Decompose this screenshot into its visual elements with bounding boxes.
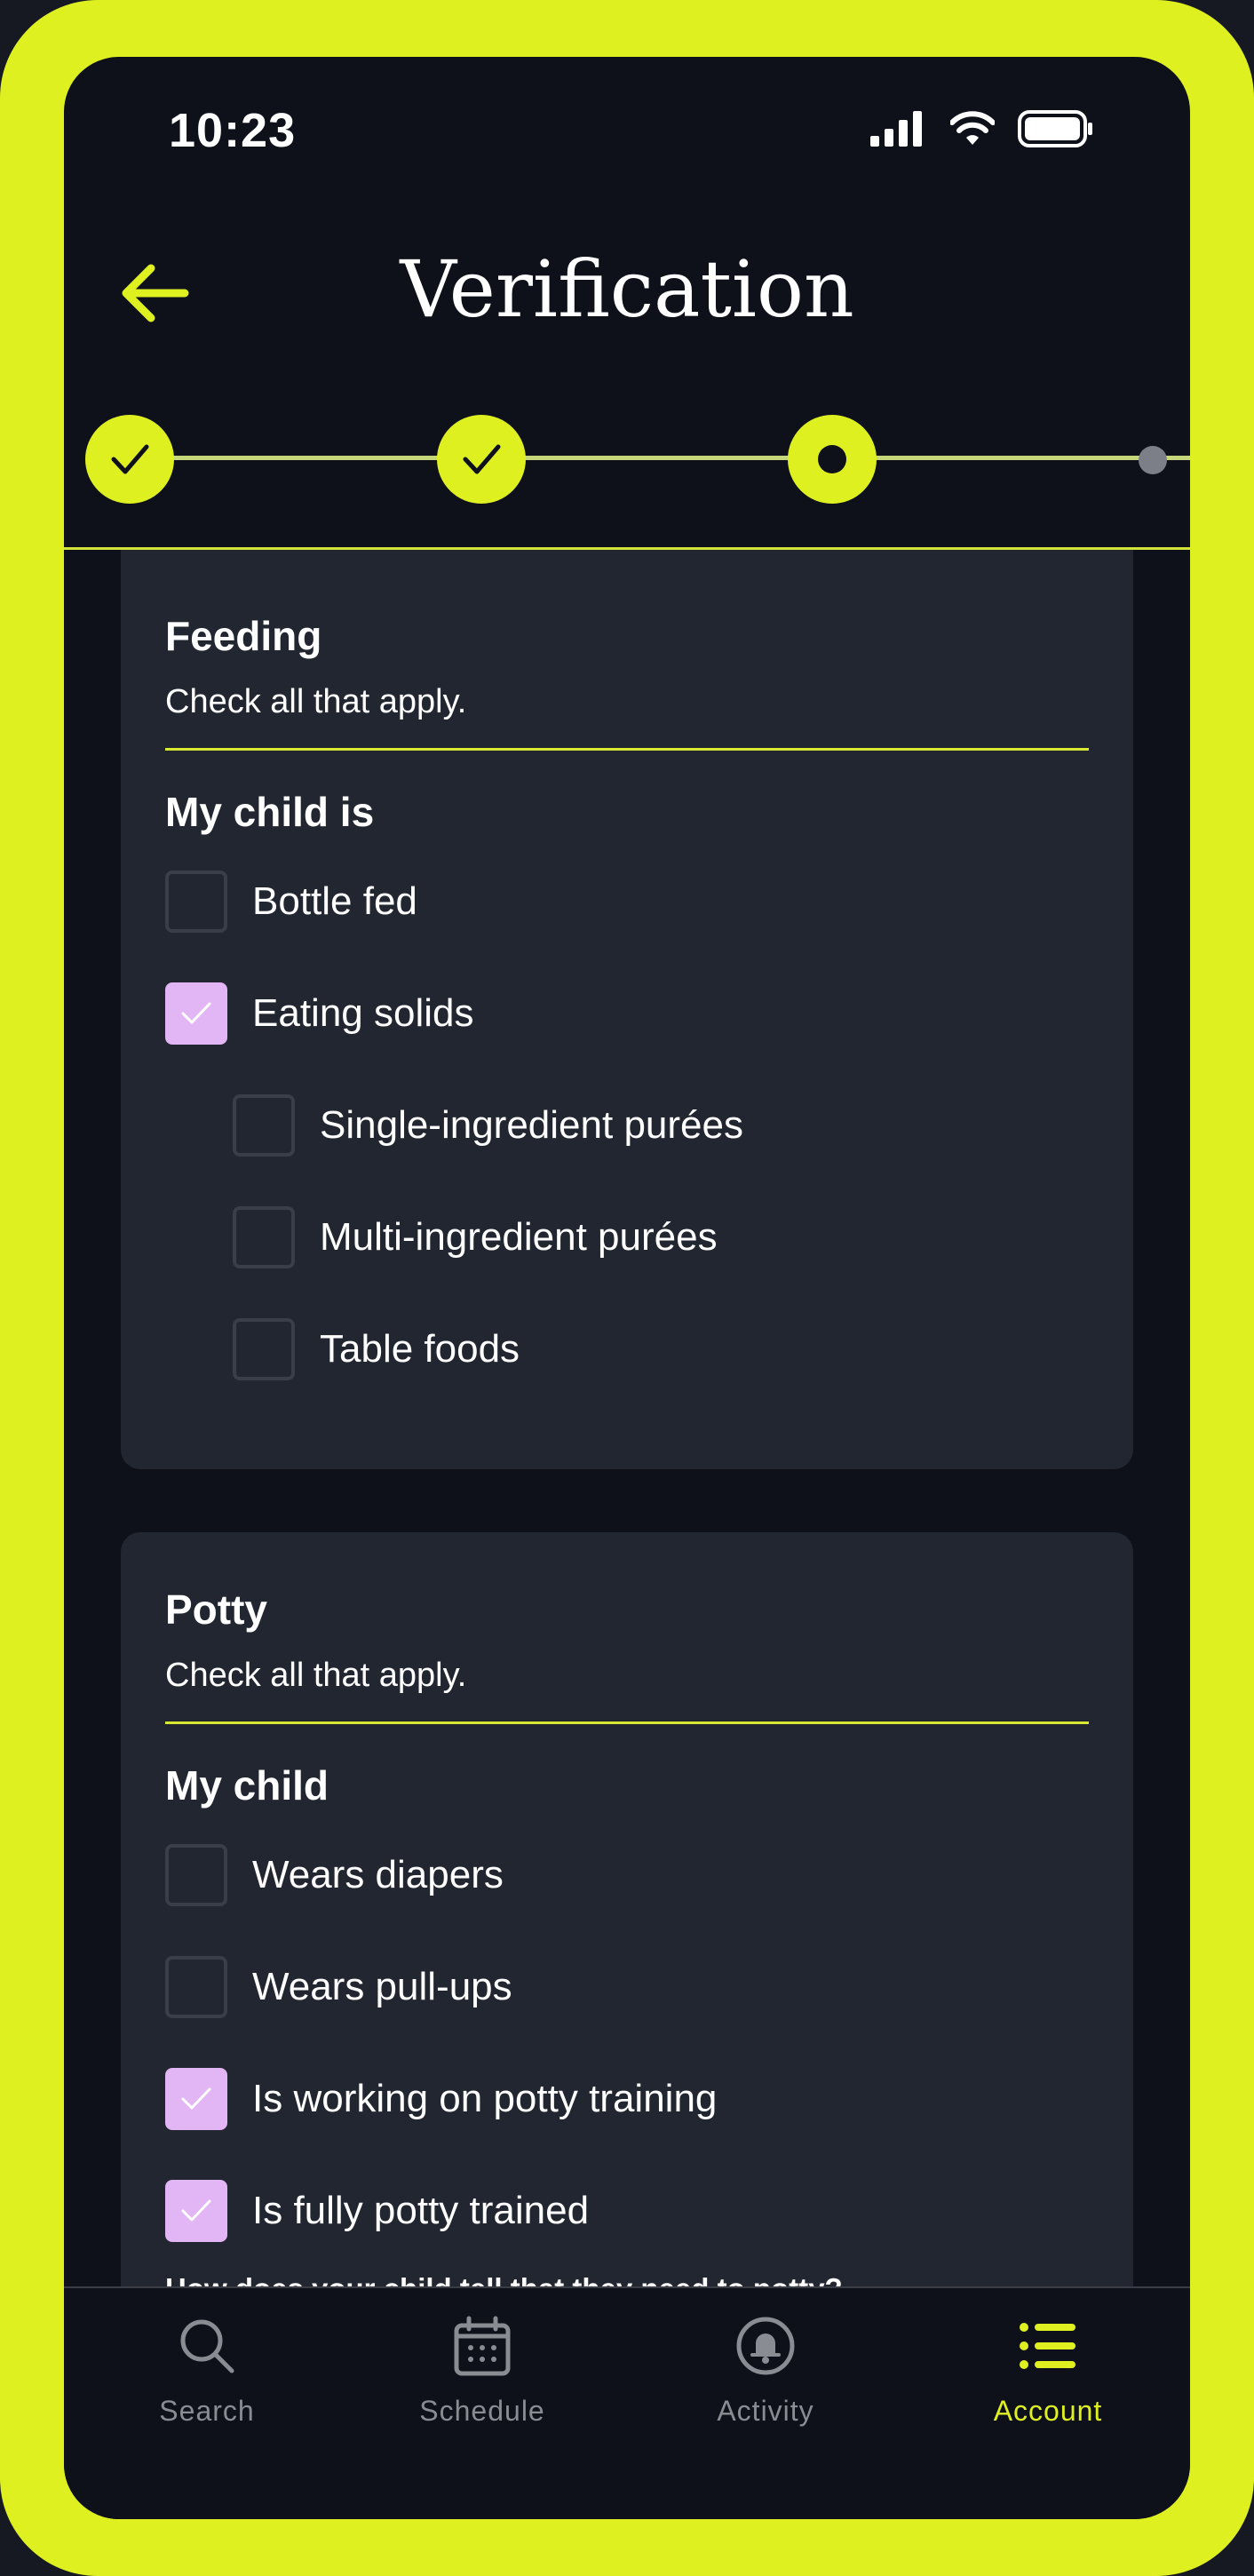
- feeding-subtitle: Check all that apply.: [165, 683, 467, 720]
- potty-subtitle: Check all that apply.: [165, 1657, 467, 1694]
- option-bottle-fed[interactable]: Bottle fed: [165, 868, 417, 935]
- status-time: 10:23: [169, 104, 297, 157]
- option-label: Is working on potty training: [252, 2077, 718, 2120]
- checkbox-checked[interactable]: [165, 2180, 227, 2242]
- checkbox[interactable]: [165, 1956, 227, 2018]
- status-icons: [870, 110, 1094, 147]
- feeding-divider: [165, 748, 1089, 751]
- form-content[interactable]: Feeding Check all that apply. My child i…: [64, 550, 1190, 2288]
- checkbox-checked[interactable]: [165, 2068, 227, 2130]
- potty-divider: [165, 1721, 1089, 1724]
- nav-item-activity[interactable]: Activity: [659, 2288, 872, 2466]
- option-single-ingredient-purees[interactable]: Single-ingredient purées: [233, 1092, 743, 1159]
- check-icon: [111, 444, 149, 474]
- nav-item-account[interactable]: Account: [941, 2288, 1155, 2466]
- option-label: Eating solids: [252, 991, 474, 1035]
- feeding-card: Feeding Check all that apply. My child i…: [121, 550, 1133, 1469]
- device-frame: 10:23 Verification Feeding Check all tha…: [0, 0, 1254, 2576]
- step-connector: [151, 456, 1190, 460]
- signal-icon: [870, 111, 922, 147]
- option-label: Is fully potty trained: [252, 2189, 590, 2232]
- checkbox[interactable]: [165, 1844, 227, 1906]
- step-3-current: [788, 415, 877, 504]
- option-label: Multi-ingredient purées: [320, 1215, 718, 1259]
- option-label: Wears diapers: [252, 1853, 504, 1896]
- nav-label-schedule: Schedule: [419, 2395, 545, 2427]
- battery-icon: [1018, 110, 1092, 147]
- check-icon: [181, 1002, 211, 1024]
- nav-label-activity: Activity: [717, 2395, 814, 2427]
- bottom-nav: Search Schedule Activity Account: [64, 2288, 1190, 2519]
- page-title: Verification: [400, 243, 854, 335]
- checkbox[interactable]: [233, 1094, 295, 1157]
- option-table-foods[interactable]: Table foods: [233, 1316, 520, 1383]
- option-label: Table foods: [320, 1327, 520, 1371]
- check-icon: [181, 2199, 211, 2222]
- option-wears-pull-ups[interactable]: Wears pull-ups: [165, 1953, 512, 2021]
- progress-stepper: [64, 397, 1190, 521]
- calendar-icon: [454, 2316, 511, 2376]
- check-icon: [181, 2087, 211, 2110]
- app-screen: 10:23 Verification Feeding Check all tha…: [64, 57, 1190, 2519]
- potty-title: Potty: [165, 1586, 267, 1633]
- search-icon: [180, 2319, 234, 2373]
- bell-icon: [736, 2317, 795, 2375]
- feeding-group-label: My child is: [165, 789, 375, 835]
- option-multi-ingredient-purees[interactable]: Multi-ingredient purées: [233, 1204, 718, 1271]
- option-label: Bottle fed: [252, 879, 417, 923]
- option-label: Single-ingredient purées: [320, 1103, 743, 1147]
- current-step-dot: [818, 445, 846, 473]
- option-fully-potty-trained[interactable]: Is fully potty trained: [165, 2177, 589, 2245]
- potty-card: Potty Check all that apply. My child Wea…: [121, 1532, 1133, 2288]
- step-1-complete: [85, 415, 174, 504]
- checkbox-checked[interactable]: [165, 982, 227, 1045]
- nav-label-search: Search: [159, 2395, 255, 2427]
- option-label: Wears pull-ups: [252, 1965, 512, 2008]
- wifi-icon: [950, 111, 995, 145]
- step-4-pending: [1139, 446, 1167, 474]
- potty-group-label: My child: [165, 1762, 329, 1809]
- nav-label-account: Account: [993, 2395, 1103, 2427]
- list-icon: [1020, 2323, 1075, 2369]
- option-eating-solids[interactable]: Eating solids: [165, 980, 473, 1047]
- checkbox[interactable]: [233, 1206, 295, 1268]
- checkbox[interactable]: [165, 871, 227, 933]
- checkbox[interactable]: [233, 1318, 295, 1380]
- nav-item-schedule[interactable]: Schedule: [376, 2288, 589, 2466]
- check-icon: [463, 444, 501, 474]
- nav-item-search[interactable]: Search: [100, 2288, 314, 2466]
- step-2-complete: [437, 415, 526, 504]
- option-working-on-potty-training[interactable]: Is working on potty training: [165, 2065, 717, 2133]
- feeding-title: Feeding: [165, 613, 322, 659]
- option-wears-diapers[interactable]: Wears diapers: [165, 1841, 504, 1909]
